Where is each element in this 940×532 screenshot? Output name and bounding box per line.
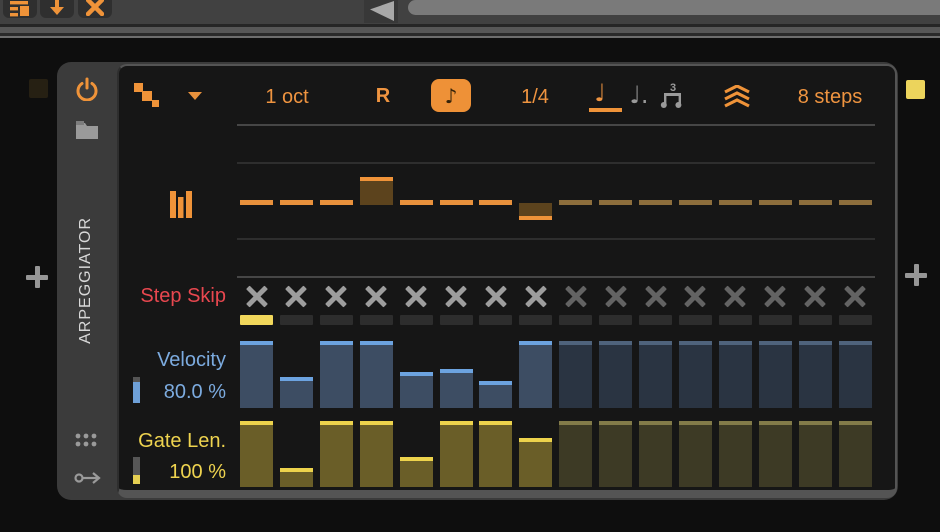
gate-step-bar[interactable]: [479, 421, 512, 487]
gate-step-bar[interactable]: [280, 468, 313, 487]
gate-step-bar[interactable]: [400, 457, 433, 487]
gate-step-bar[interactable]: [360, 421, 393, 487]
gate-step-bar[interactable]: [599, 421, 632, 487]
bitwig-device-view: ARPEGGIATOR 1 oct R ♪ 1/4 ♩ ♩. 3: [0, 0, 940, 532]
gate-step-bar[interactable]: [440, 421, 473, 487]
gate-step-bar[interactable]: [320, 421, 353, 487]
gate-step-bar[interactable]: [719, 421, 752, 487]
gate-step-bar[interactable]: [639, 421, 672, 487]
gate-step-bar[interactable]: [759, 421, 792, 487]
gate-step-bar[interactable]: [679, 421, 712, 487]
gate-step-bar[interactable]: [519, 438, 552, 487]
gate-step-bar[interactable]: [240, 421, 273, 487]
gate-step-bar[interactable]: [559, 421, 592, 487]
gate-step-bar[interactable]: [839, 421, 872, 487]
gate-step-lane: [0, 0, 940, 532]
gate-step-bar[interactable]: [799, 421, 832, 487]
